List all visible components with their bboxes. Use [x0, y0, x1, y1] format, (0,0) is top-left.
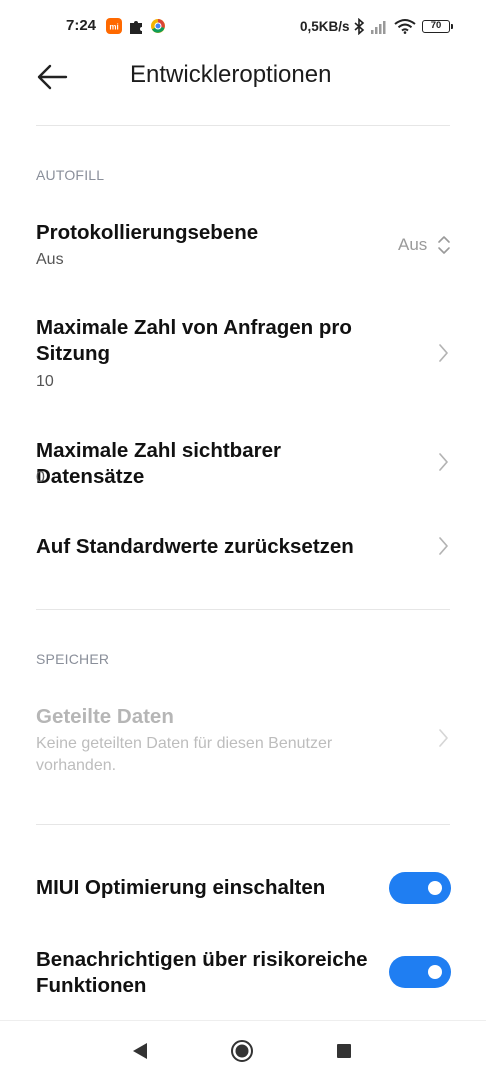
nav-home-button[interactable]	[212, 1021, 272, 1081]
nav-back-icon	[133, 1043, 147, 1059]
chevron-right-icon	[439, 537, 448, 555]
page-title: Entwickleroptionen	[130, 61, 332, 88]
status-time: 7:24	[66, 17, 97, 34]
setting-risky-functions-notify[interactable]: Benachrichtigen über risikoreiche Funkti…	[0, 938, 486, 1008]
setting-title: Benachrichtigen über risikoreiche Funkti…	[36, 948, 368, 997]
divider	[36, 824, 450, 825]
setting-reset-defaults[interactable]: Auf Standardwerte zurücksetzen	[0, 517, 486, 577]
divider	[36, 125, 450, 126]
nav-recents-icon	[337, 1044, 351, 1058]
miui-optimization-toggle[interactable]	[389, 872, 451, 904]
toggle-knob	[428, 881, 442, 895]
back-arrow-icon	[37, 64, 68, 90]
section-header-autofill: AUTOFILL	[36, 167, 105, 183]
battery-level: 70	[430, 20, 442, 31]
chevron-right-icon	[439, 729, 448, 747]
setting-title: Protokollierungsebene	[36, 221, 259, 244]
setting-subtitle: 10	[36, 373, 54, 390]
status-bar: 7:24 mi 0,5KB/s 70	[0, 0, 486, 54]
setting-shared-data: Geteilte Daten Keine geteilten Daten für…	[0, 690, 486, 790]
setting-title: Geteilte Daten	[36, 705, 174, 728]
up-down-arrows-icon	[438, 236, 450, 254]
mi-app-icon: mi	[106, 18, 122, 34]
svg-text:mi: mi	[109, 23, 118, 32]
setting-logging-level[interactable]: Protokollierungsebene Aus Aus	[0, 205, 486, 285]
chevron-right-icon	[439, 453, 448, 471]
nav-back-button[interactable]	[110, 1021, 170, 1081]
network-speed: 0,5KB/s	[300, 19, 350, 34]
setting-title: Auf Standardwerte zurücksetzen	[36, 535, 354, 558]
battery-icon: 70	[422, 20, 453, 33]
setting-subtitle: Keine geteilten Daten für diesen Benutze…	[36, 735, 333, 774]
navigation-bar	[0, 1020, 486, 1081]
chevron-right-icon	[439, 344, 448, 362]
setting-max-visible-datasets[interactable]: Maximale Zahl sichtbarer Datensätze 0	[0, 425, 486, 505]
toggle-knob	[428, 965, 442, 979]
dropdown-value: Aus	[398, 235, 428, 254]
chrome-like-icon	[151, 19, 165, 33]
section-header-storage: SPEICHER	[36, 651, 110, 667]
setting-subtitle: Aus	[36, 251, 64, 268]
divider	[36, 609, 450, 610]
setting-max-requests[interactable]: Maximale Zahl von Anfragen pro Sitzung 1…	[0, 300, 486, 408]
back-button[interactable]	[34, 58, 72, 96]
setting-subtitle: 0	[36, 469, 45, 486]
nav-recents-button[interactable]	[314, 1021, 374, 1081]
wifi-icon	[394, 19, 416, 34]
nav-home-icon	[231, 1040, 253, 1062]
risky-functions-toggle[interactable]	[389, 956, 451, 988]
setting-title: Maximale Zahl von Anfragen pro Sitzung	[36, 316, 352, 365]
puzzle-icon	[130, 21, 142, 34]
signal-icon	[371, 21, 386, 34]
bluetooth-icon	[354, 18, 365, 35]
setting-miui-optimization[interactable]: MIUI Optimierung einschalten	[0, 860, 486, 920]
setting-title: MIUI Optimierung einschalten	[36, 876, 326, 899]
